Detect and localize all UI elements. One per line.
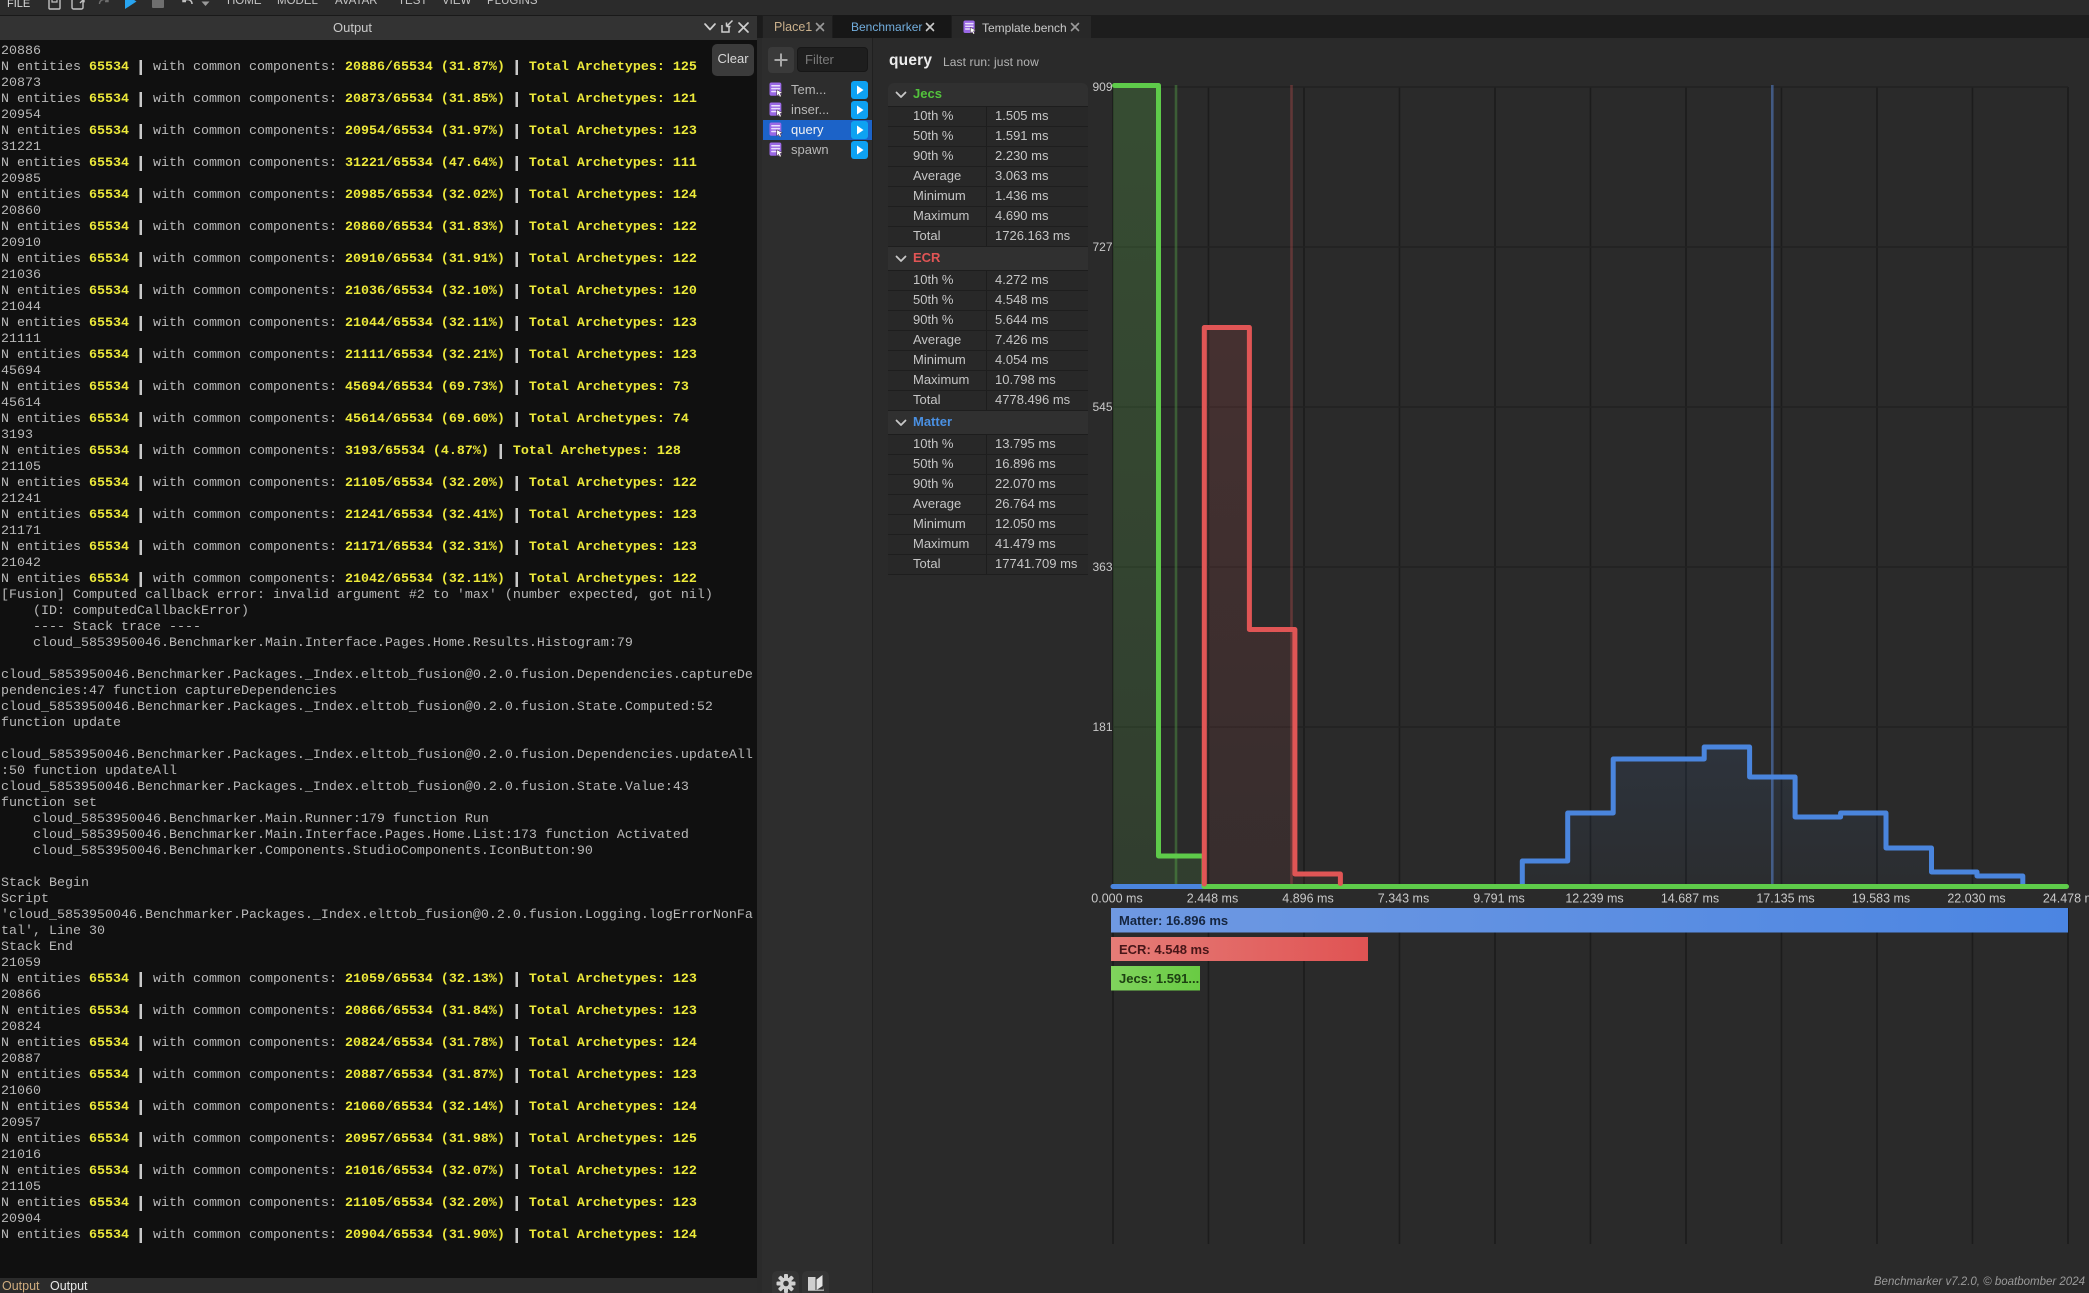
svg-text:363: 363 [1092, 560, 1112, 574]
svg-text:181: 181 [1092, 720, 1112, 734]
svg-text:14.687 ms: 14.687 ms [1661, 892, 1719, 906]
svg-text:909: 909 [1092, 80, 1112, 94]
svg-text:24.478 ms: 24.478 ms [2043, 892, 2089, 906]
svg-text:2.448 ms: 2.448 ms [1187, 892, 1238, 906]
svg-text:4.896 ms: 4.896 ms [1282, 892, 1333, 906]
svg-text:Jecs: 1.591...: Jecs: 1.591... [1119, 971, 1199, 986]
svg-text:545: 545 [1092, 400, 1112, 414]
svg-text:17.135 ms: 17.135 ms [1756, 892, 1814, 906]
svg-text:727: 727 [1092, 240, 1112, 254]
svg-text:ECR: 4.548 ms: ECR: 4.548 ms [1119, 942, 1209, 957]
svg-text:9.791 ms: 9.791 ms [1473, 892, 1524, 906]
svg-text:Matter: 16.896 ms: Matter: 16.896 ms [1119, 913, 1228, 928]
svg-text:19.583 ms: 19.583 ms [1852, 892, 1910, 906]
svg-text:7.343 ms: 7.343 ms [1378, 892, 1429, 906]
svg-text:22.030 ms: 22.030 ms [1947, 892, 2005, 906]
svg-text:0.000 ms: 0.000 ms [1091, 892, 1142, 906]
svg-text:12.239 ms: 12.239 ms [1565, 892, 1623, 906]
